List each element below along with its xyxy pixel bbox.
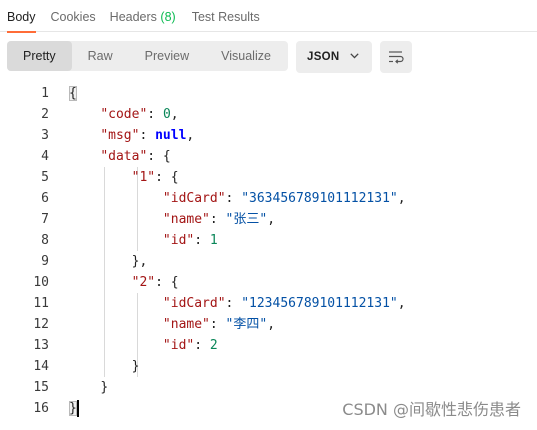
line-number: 2 — [41, 107, 49, 122]
code-text: { — [69, 83, 77, 104]
json-string: "123456789101112131" — [241, 296, 398, 311]
code-text: "2": { — [131, 275, 179, 290]
wrap-lines-button[interactable] — [380, 41, 412, 73]
code-line: 4 "data": { — [0, 146, 537, 167]
code-text: "msg": null, — [100, 128, 195, 143]
response-tabs: Body Cookies Headers (8) Test Results — [0, 0, 537, 33]
json-string: "李四" — [225, 317, 268, 332]
headers-count-badge: (8) — [160, 10, 176, 24]
code-text: "idCard": "363456789101112131", — [162, 191, 406, 206]
code-text: } — [131, 359, 140, 374]
line-number: 14 — [33, 359, 49, 374]
code-line: 2 "code": 0, — [0, 104, 537, 125]
line-number: 1 — [41, 86, 49, 101]
json-key: "idCard" — [162, 191, 226, 206]
code-text: "data": { — [100, 149, 171, 164]
view-visualize-button[interactable]: Visualize — [205, 41, 287, 71]
json-string: "363456789101112131" — [241, 191, 398, 206]
json-number: 2 — [209, 338, 218, 353]
code-text: } — [69, 398, 77, 419]
tab-body[interactable]: Body — [7, 0, 36, 33]
json-key: "id" — [162, 233, 195, 248]
watermark-text: CSDN @间歇性悲伤患者 — [342, 400, 521, 419]
json-key: "id" — [162, 338, 195, 353]
code-line: 7 "name": "张三", — [0, 209, 537, 230]
code-text: "name": "李四", — [162, 317, 276, 332]
text-cursor — [77, 400, 79, 417]
line-number: 15 — [33, 380, 49, 395]
line-number: 11 — [33, 296, 49, 311]
line-number: 12 — [33, 317, 49, 332]
line-number: 7 — [41, 212, 49, 227]
chevron-down-icon — [350, 53, 359, 59]
json-null: null — [155, 128, 187, 143]
code-line: 10 "2": { — [0, 272, 537, 293]
code-line: 14 } — [0, 356, 537, 377]
code-text: "id": 1 — [162, 233, 218, 248]
line-number: 8 — [41, 233, 49, 248]
json-string: "张三" — [225, 212, 268, 227]
code-line: 13 "id": 2 — [0, 335, 537, 356]
line-number: 4 — [41, 149, 49, 164]
code-line: 3 "msg": null, — [0, 125, 537, 146]
json-key: "data" — [100, 149, 148, 164]
line-number: 3 — [41, 128, 49, 143]
code-line: 1 { — [0, 83, 537, 104]
response-body-editor[interactable]: 1 { 2 "code": 0, 3 "msg": null, 4 "data"… — [0, 83, 537, 430]
json-key: "1" — [131, 170, 156, 185]
code-text: "idCard": "123456789101112131", — [162, 296, 406, 311]
line-number: 6 — [41, 191, 49, 206]
code-line: 6 "idCard": "363456789101112131", — [0, 188, 537, 209]
format-selected-value: JSON — [307, 51, 340, 63]
json-key: "code" — [100, 107, 148, 122]
code-text: "name": "张三", — [162, 212, 276, 227]
open-brace-highlighted: { — [69, 86, 77, 101]
json-key: "name" — [162, 212, 210, 227]
line-number: 9 — [41, 254, 49, 269]
json-key: "msg" — [100, 128, 140, 143]
line-number: 5 — [41, 170, 49, 185]
code-text: }, — [131, 254, 148, 269]
json-key: "2" — [131, 275, 156, 290]
tab-headers-label: Headers — [109, 10, 157, 24]
tab-body-label: Body — [7, 10, 36, 24]
code-line: 11 "idCard": "123456789101112131", — [0, 293, 537, 314]
view-mode-switch: Pretty Raw Preview Visualize — [7, 41, 288, 71]
line-number: 10 — [33, 275, 49, 290]
tab-test-results[interactable]: Test Results — [192, 0, 260, 32]
json-number: 0 — [162, 107, 171, 122]
code-line: 12 "name": "李四", — [0, 314, 537, 335]
code-line: 5 "1": { — [0, 167, 537, 188]
view-raw-button[interactable]: Raw — [72, 41, 129, 71]
format-select[interactable]: JSON — [296, 41, 372, 73]
tab-cookies-label: Cookies — [50, 10, 96, 24]
code-text: "code": 0, — [100, 107, 179, 122]
tab-test-results-label: Test Results — [191, 10, 260, 24]
json-key: "idCard" — [162, 296, 226, 311]
code-text: } — [100, 380, 109, 395]
line-number: 16 — [33, 401, 49, 416]
json-key: "name" — [162, 317, 210, 332]
code-text: "id": 2 — [162, 338, 218, 353]
tab-headers[interactable]: Headers (8) — [110, 0, 176, 32]
view-preview-button[interactable]: Preview — [129, 41, 205, 71]
code-line: 8 "id": 1 — [0, 230, 537, 251]
code-line: 9 }, — [0, 251, 537, 272]
tab-cookies[interactable]: Cookies — [51, 0, 96, 32]
wrap-lines-icon — [389, 51, 404, 64]
code-line: 15 } — [0, 377, 537, 398]
view-pretty-button[interactable]: Pretty — [7, 41, 72, 71]
code-text: "1": { — [131, 170, 179, 185]
line-number: 13 — [33, 338, 49, 353]
json-number: 1 — [209, 233, 218, 248]
close-brace-highlighted: } — [69, 401, 77, 416]
